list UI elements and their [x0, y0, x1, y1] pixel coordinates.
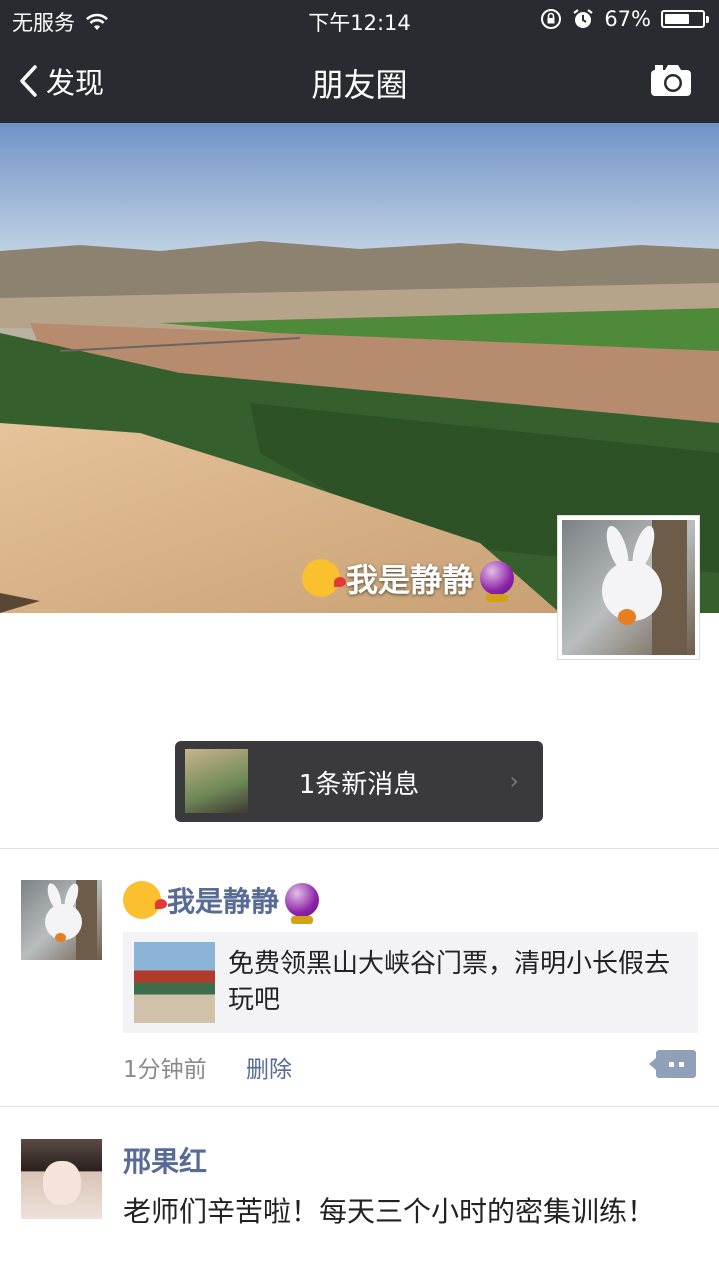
post-username-text: 邢果红 [123, 1145, 208, 1178]
cover-username-text: 我是静静 [345, 561, 474, 599]
delete-link[interactable]: 删除 [246, 1050, 292, 1084]
alarm-icon [573, 9, 593, 28]
profile-avatar[interactable] [557, 515, 700, 660]
orientation-lock-icon [541, 9, 562, 29]
battery-percent: 67% [604, 7, 651, 31]
post-time: 1分钟前 [123, 1057, 207, 1083]
post-avatar[interactable] [21, 1139, 102, 1219]
cover-username[interactable]: 我是静静 [301, 555, 514, 602]
post-username[interactable]: 我是静静 [123, 880, 320, 924]
bunny-avatar-image [21, 880, 102, 960]
new-message-text: 1条新消息 [298, 770, 420, 800]
shared-link-card[interactable]: 免费领黑山大峡谷门票，清明小长假去玩吧 [123, 932, 698, 1033]
kiss-emoji-icon [123, 881, 167, 919]
post-username-text: 我是静静 [167, 885, 280, 918]
post-text: 老师们辛苦啦！每天三个小时的密集训练！ [123, 1195, 656, 1228]
shared-link-thumbnail [134, 942, 215, 1023]
shared-link-title: 免费领黑山大峡谷门票，清明小长假去玩吧 [228, 949, 671, 1015]
new-message-notification[interactable]: 1条新消息 › [175, 741, 543, 822]
crystal-ball-emoji-icon [285, 883, 320, 924]
camera-button[interactable] [649, 62, 693, 102]
page-title: 朋友圈 [311, 66, 408, 104]
chevron-right-icon: › [509, 767, 519, 795]
camera-icon [651, 65, 691, 96]
battery-icon [661, 10, 709, 28]
crystal-ball-emoji-icon [480, 561, 514, 602]
post-avatar[interactable] [21, 880, 102, 960]
bunny-avatar-image [562, 520, 695, 655]
status-bar: 无服务 下午12:14 67% [0, 0, 719, 40]
kiss-emoji-icon [301, 559, 346, 597]
divider [0, 848, 719, 849]
user-avatar-image [21, 1139, 102, 1219]
divider [0, 1106, 719, 1107]
post-username[interactable]: 邢果红 [123, 1140, 207, 1180]
comment-icon[interactable] [649, 1050, 696, 1078]
navigation-bar: 发现 朋友圈 [0, 40, 719, 123]
